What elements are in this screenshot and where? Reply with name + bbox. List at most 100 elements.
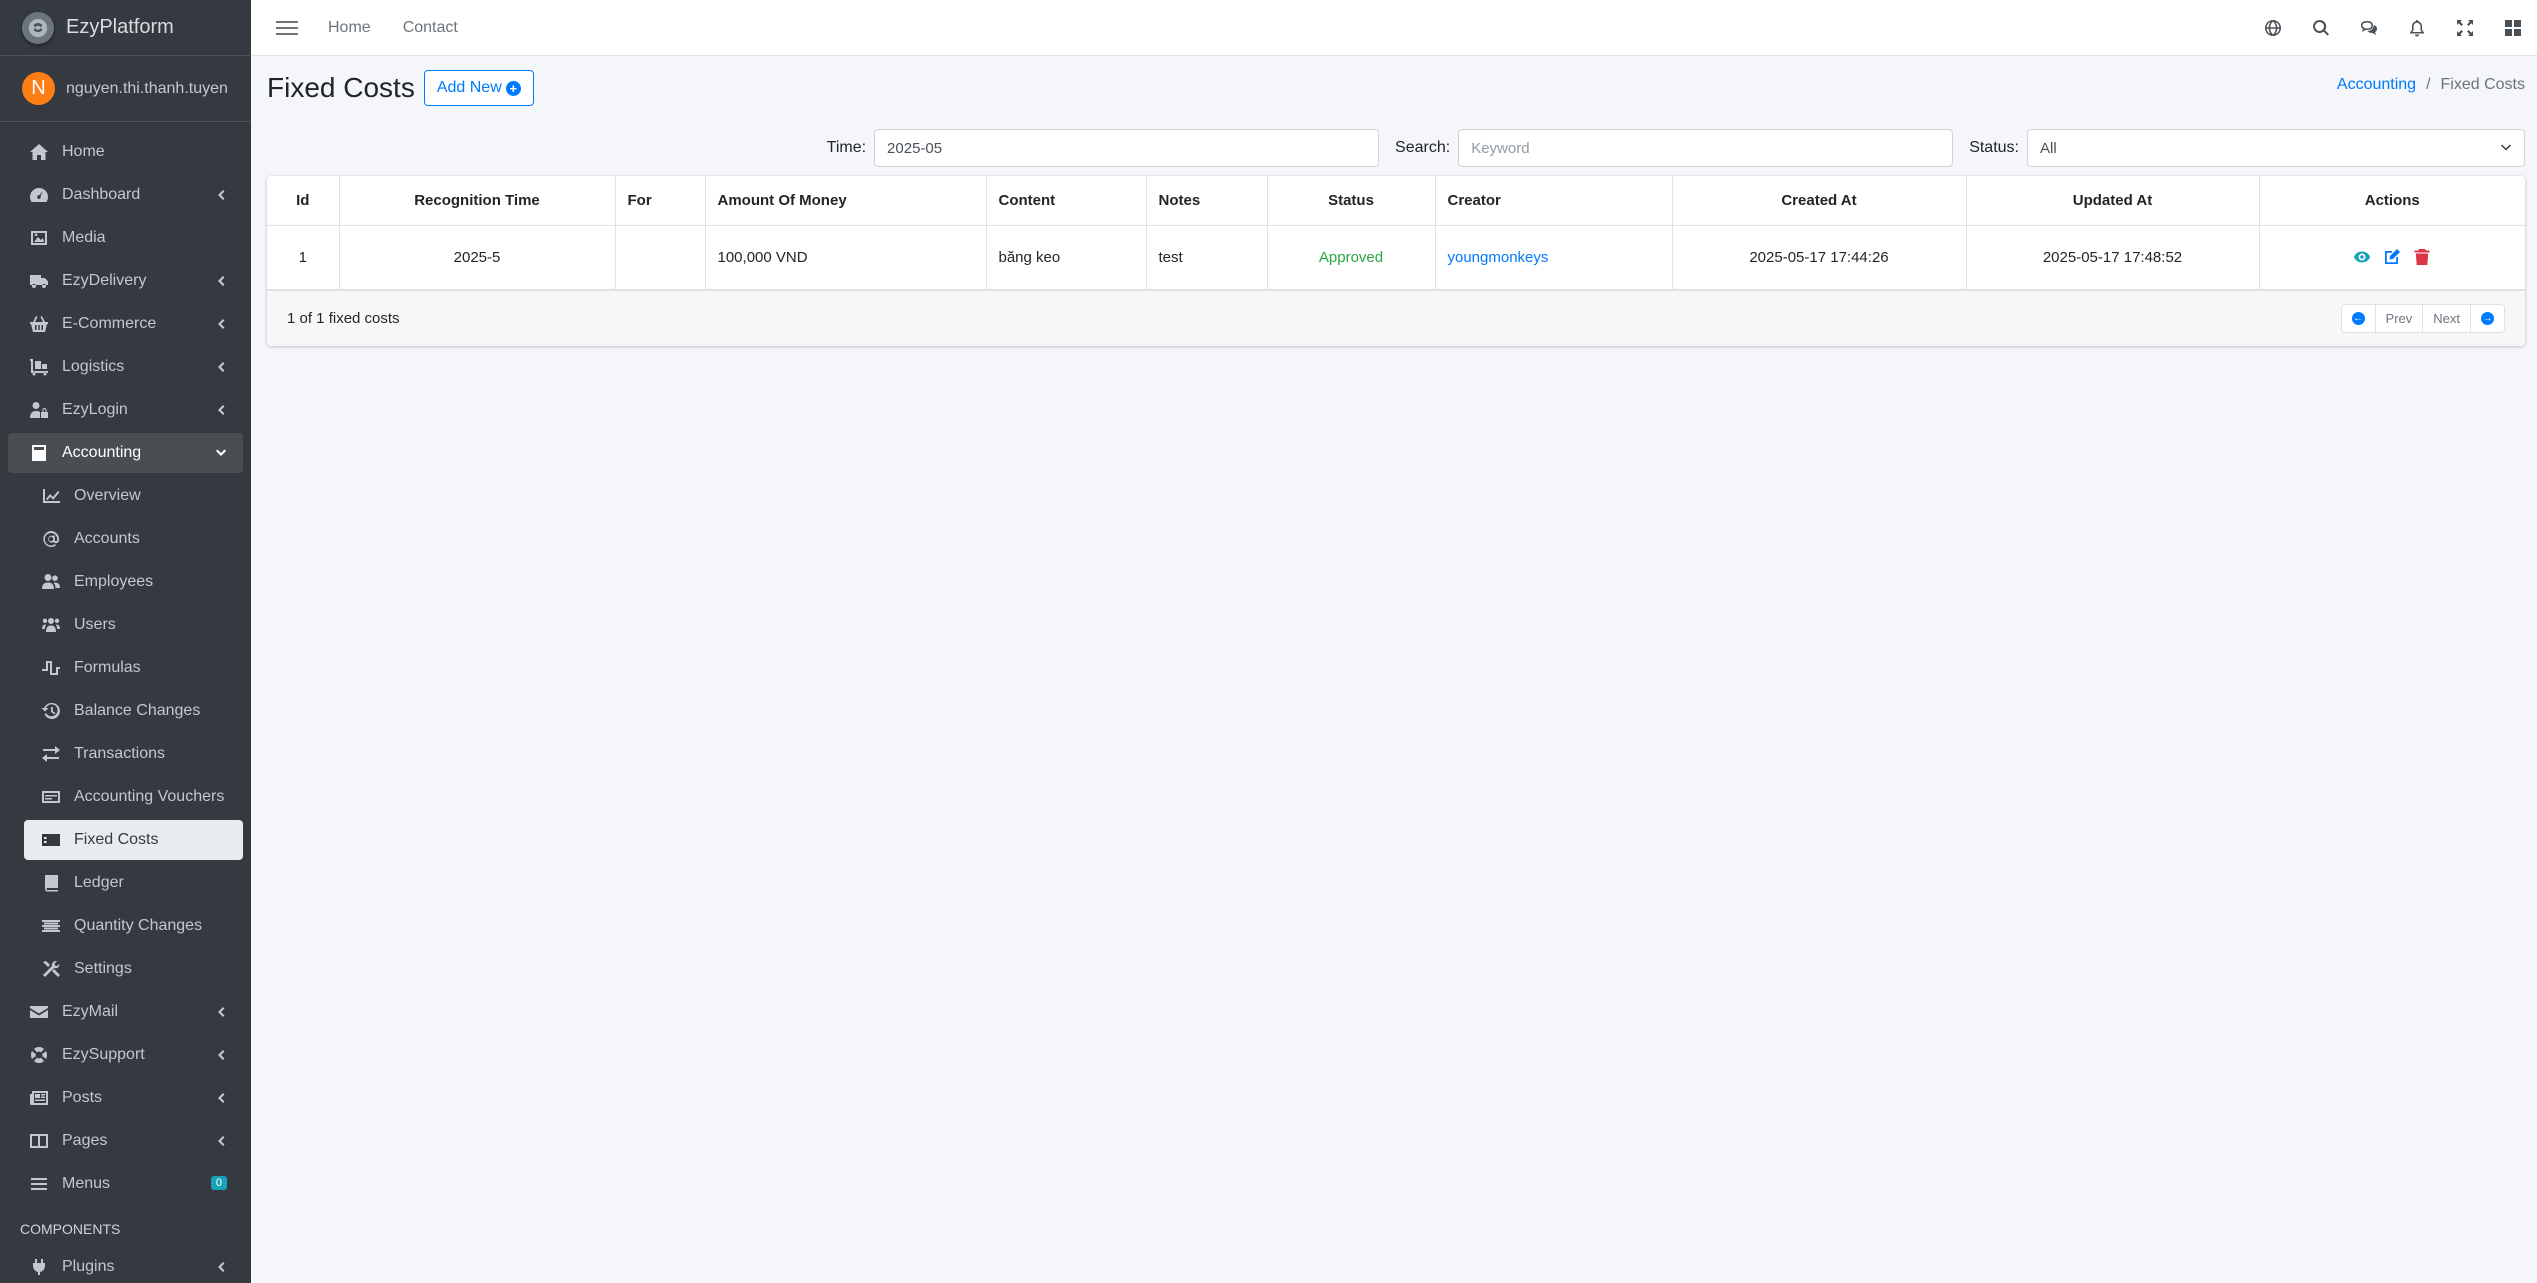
topbar: Home Contact <box>251 0 2537 56</box>
status-select[interactable]: All <box>2027 129 2525 167</box>
column-header-created-at: Created At <box>1672 176 1966 225</box>
next-page-button[interactable]: Next <box>2422 305 2470 332</box>
add-new-button[interactable]: Add New + <box>424 70 534 106</box>
sidebar-item-ezysupport[interactable]: EzySupport <box>8 1035 243 1075</box>
comments-icon[interactable] <box>2345 0 2393 56</box>
creator-link[interactable]: youngmonkeys <box>1448 249 1549 266</box>
column-header-content: Content <box>986 176 1146 225</box>
page-header: Fixed Costs Add New + Accounting / Fixed… <box>267 56 2525 120</box>
search-icon[interactable] <box>2297 0 2345 56</box>
prev-page-button[interactable]: Prev <box>2375 305 2423 332</box>
th-large-icon[interactable] <box>2489 0 2537 56</box>
sidebar-item-transactions[interactable]: Transactions <box>24 734 243 774</box>
sidebar-item-label: Fixed Costs <box>74 831 158 849</box>
sidebar-item-pages[interactable]: Pages <box>8 1121 243 1161</box>
column-header-updated-at: Updated At <box>1966 176 2259 225</box>
sidebar-item-users[interactable]: Users <box>24 605 243 645</box>
globe-icon[interactable] <box>2249 0 2297 56</box>
envelope-icon <box>28 1002 50 1022</box>
sidebar-item-label: Menus <box>62 1175 110 1193</box>
sidebar-item-accounting-vouchers[interactable]: Accounting Vouchers <box>24 777 243 817</box>
sidebar-item-balance-changes[interactable]: Balance Changes <box>24 691 243 731</box>
sidebar-item-quantity-changes[interactable]: Quantity Changes <box>24 906 243 946</box>
truck-icon <box>28 271 50 291</box>
sidebar-item-label: E-Commerce <box>62 315 156 333</box>
sidebar-item-ecommerce[interactable]: E-Commerce <box>8 304 243 344</box>
column-header-notes: Notes <box>1146 176 1267 225</box>
brand-link[interactable]: EzyPlatform <box>0 0 251 56</box>
sidebar-item-label: Logistics <box>62 358 124 376</box>
search-input[interactable] <box>1458 129 1953 167</box>
sidebar-item-label: Formulas <box>74 659 141 677</box>
breadcrumb-current: Fixed Costs <box>2441 76 2525 94</box>
sidebar-item-logistics[interactable]: Logistics <box>8 347 243 387</box>
sidebar-item-media[interactable]: Media <box>8 218 243 258</box>
sidebar-toggle-icon[interactable] <box>276 19 298 37</box>
sidebar-item-label: Users <box>74 616 116 634</box>
sidebar-item-menus[interactable]: Menus 0 <box>8 1164 243 1204</box>
page-title: Fixed Costs <box>267 72 415 104</box>
breadcrumb-separator: / <box>2426 76 2430 94</box>
history-icon <box>40 701 62 721</box>
view-eye-icon[interactable] <box>2353 248 2371 266</box>
user-panel[interactable]: N nguyen.thi.thanh.tuyen <box>0 56 251 122</box>
sidebar-item-settings[interactable]: Settings <box>24 949 243 989</box>
chart-line-icon <box>40 486 62 506</box>
chevron-left-icon <box>213 1004 229 1020</box>
sidebar-item-overview[interactable]: Overview <box>24 476 243 516</box>
home-icon <box>28 142 50 162</box>
chevron-left-icon <box>213 1133 229 1149</box>
time-input[interactable] <box>874 129 1379 167</box>
filter-bar: Time: Search: Status: All <box>267 120 2525 176</box>
chevron-left-icon <box>213 402 229 418</box>
sidebar-item-plugins[interactable]: Plugins <box>8 1247 243 1283</box>
chevron-down-icon <box>2500 142 2512 154</box>
sidebar-item-ezydelivery[interactable]: EzyDelivery <box>8 261 243 301</box>
sidebar-nav: Home Dashboard Media EzyDelivery E-Comme… <box>0 122 251 1283</box>
cell-actions <box>2259 225 2525 289</box>
sidebar-item-label: Ledger <box>74 874 124 892</box>
user-name[interactable]: nguyen.thi.thanh.tuyen <box>66 80 228 98</box>
sidebar-item-dashboard[interactable]: Dashboard <box>8 175 243 215</box>
sidebar-item-accounts[interactable]: Accounts <box>24 519 243 559</box>
chevron-left-icon <box>213 316 229 332</box>
calculator-icon <box>28 443 50 463</box>
table-row: 1 2025-5 100,000 VND băng keo test Appro… <box>267 225 2525 289</box>
sidebar-item-formulas[interactable]: Formulas <box>24 648 243 688</box>
sidebar-item-accounting[interactable]: Accounting <box>8 433 243 473</box>
basket-icon <box>28 314 50 334</box>
table-footer: 1 of 1 fixed costs ← Prev Next → <box>267 290 2525 346</box>
sidebar-item-ezylogin[interactable]: EzyLogin <box>8 390 243 430</box>
delete-trash-icon[interactable] <box>2413 248 2431 266</box>
accounting-submenu: Overview Accounts Employees Users Formul… <box>8 476 243 989</box>
sidebar-item-ezymail[interactable]: EzyMail <box>8 992 243 1032</box>
sidebar-item-label: Accounts <box>74 530 140 548</box>
sidebar-item-label: Accounting Vouchers <box>74 788 224 806</box>
sidebar-item-label: Overview <box>74 487 141 505</box>
sidebar-item-fixed-costs[interactable]: Fixed Costs <box>24 820 243 860</box>
top-link-home[interactable]: Home <box>328 19 371 37</box>
arrow-circle-right-icon: → <box>2481 312 2494 325</box>
edit-icon[interactable] <box>2383 248 2401 266</box>
bell-icon[interactable] <box>2393 0 2441 56</box>
cell-created-at: 2025-05-17 17:44:26 <box>1672 225 1966 289</box>
expand-arrows-icon[interactable] <box>2441 0 2489 56</box>
first-page-button[interactable]: ← <box>2342 305 2375 332</box>
sidebar-item-ledger[interactable]: Ledger <box>24 863 243 903</box>
last-page-button[interactable]: → <box>2470 305 2504 332</box>
breadcrumb-accounting-link[interactable]: Accounting <box>2337 76 2416 94</box>
avatar: N <box>22 72 55 105</box>
sidebar-item-posts[interactable]: Posts <box>8 1078 243 1118</box>
brand-logo-icon <box>22 12 54 44</box>
layer-lines-icon <box>40 916 62 936</box>
cell-status: Approved <box>1267 225 1435 289</box>
top-link-contact[interactable]: Contact <box>403 19 458 37</box>
column-header-creator: Creator <box>1435 176 1672 225</box>
status-select-value: All <box>2040 140 2057 157</box>
gauge-icon <box>28 185 50 205</box>
column-header-id: Id <box>267 176 339 225</box>
sidebar-item-home[interactable]: Home <box>8 132 243 172</box>
sidebar-item-label: Transactions <box>74 745 165 763</box>
sidebar-item-employees[interactable]: Employees <box>24 562 243 602</box>
plus-circle-icon: + <box>506 81 521 96</box>
